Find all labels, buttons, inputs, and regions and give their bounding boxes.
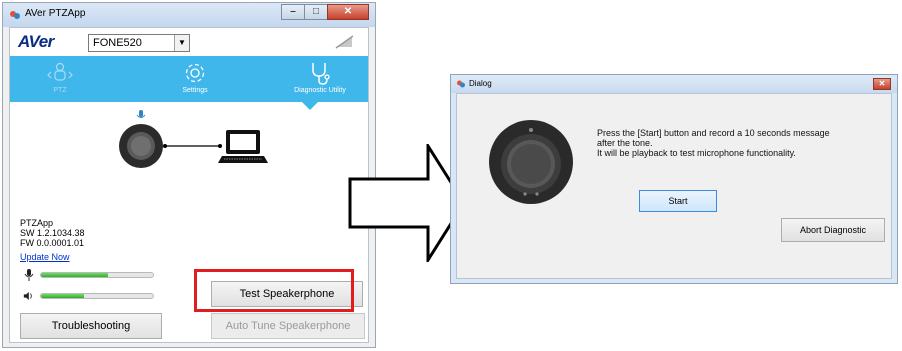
- device-info: PTZApp SW 1.2.1034.38 FW 0.0.0001.01: [20, 218, 85, 248]
- nav-band: PTZ Settings Diagnostic Utility: [10, 56, 368, 102]
- brand-row: AVer FONE520 ▼: [10, 28, 368, 56]
- window-title: AVer PTZApp: [25, 8, 86, 19]
- maximize-icon: □: [312, 6, 320, 17]
- dialog-body: Press the [Start] button and record a 10…: [456, 93, 892, 279]
- maximize-button[interactable]: □: [304, 4, 328, 20]
- app-name: PTZApp: [20, 218, 54, 228]
- minimize-icon: –: [290, 6, 296, 17]
- dialog-message: Press the [Start] button and record a 10…: [597, 128, 887, 158]
- speaker-level-fill: [41, 294, 84, 298]
- tab-ptz[interactable]: PTZ: [30, 56, 90, 102]
- auto-tune-speakerphone-button: Auto Tune Speakerphone: [211, 313, 365, 339]
- chevron-down-icon[interactable]: ▼: [174, 35, 189, 51]
- speakerphone-icon: [119, 124, 163, 168]
- tab-settings-label: Settings: [182, 87, 208, 94]
- tab-diagnostic-label: Diagnostic Utility: [294, 87, 346, 94]
- close-button[interactable]: ✕: [327, 4, 369, 20]
- message-line-2: after the tone.: [597, 138, 653, 148]
- laptop-icon: [218, 130, 268, 163]
- message-line-1: Press the [Start] button and record a 10…: [597, 128, 830, 138]
- ptz-icon: [47, 62, 73, 81]
- dialog-title-bar: Dialog ✕: [451, 75, 897, 93]
- fw-version: FW 0.0.0001.01: [20, 238, 85, 248]
- stethoscope-icon: [312, 63, 330, 85]
- gear-icon: [185, 63, 205, 83]
- message-line-3: It will be playback to test microphone f…: [597, 148, 796, 158]
- troubleshooting-button[interactable]: Troubleshooting: [20, 313, 162, 339]
- speaker-icon: [23, 291, 32, 301]
- dialog-close-button[interactable]: ✕: [873, 78, 891, 90]
- model-select-value: FONE520: [93, 37, 142, 49]
- tab-ptz-label: PTZ: [53, 87, 67, 94]
- right-arrow-icon: [348, 144, 466, 262]
- tab-diagnostic-utility[interactable]: Diagnostic Utility: [272, 56, 368, 102]
- app-icon: [10, 11, 20, 19]
- speakerphone-image: [489, 120, 573, 204]
- app-icon: [457, 80, 465, 88]
- highlight-box: [194, 269, 354, 312]
- connection-diagram: [119, 110, 268, 168]
- title-bar: AVer PTZApp – □ ✕: [3, 3, 375, 27]
- model-select[interactable]: FONE520 ▼: [88, 34, 190, 52]
- dialog-window: Dialog ✕ Press the [Start] button and re…: [450, 74, 898, 284]
- microphone-level-fill: [41, 273, 109, 277]
- mute-icon[interactable]: [334, 35, 354, 49]
- microphone-level-meter: [40, 272, 154, 278]
- dialog-title: Dialog: [469, 79, 492, 88]
- sw-version: SW 1.2.1034.38: [20, 228, 85, 238]
- aver-logo: AVer: [18, 32, 54, 51]
- tab-settings[interactable]: Settings: [165, 56, 225, 102]
- active-tab-indicator: [302, 102, 318, 110]
- abort-diagnostic-button[interactable]: Abort Diagnostic: [781, 218, 885, 242]
- microphone-icon: [24, 269, 34, 281]
- start-button[interactable]: Start: [639, 190, 717, 212]
- update-now-link[interactable]: Update Now: [20, 252, 70, 262]
- speaker-level-meter: [40, 293, 154, 299]
- microphone-indicator-icon: [136, 110, 146, 118]
- close-icon: ✕: [343, 6, 353, 17]
- minimize-button[interactable]: –: [281, 4, 305, 20]
